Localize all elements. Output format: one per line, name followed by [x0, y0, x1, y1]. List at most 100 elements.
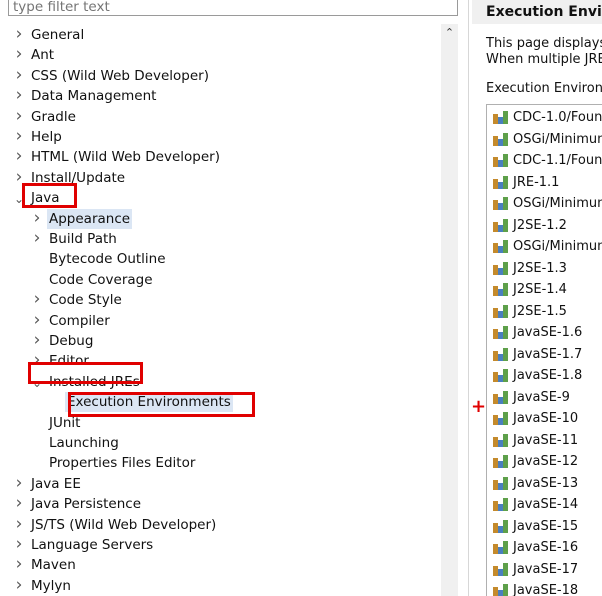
tree-item-label: HTML (Wild Web Developer) — [31, 149, 220, 166]
tree-item-gradle[interactable]: › Gradle — [0, 106, 440, 127]
tree-item-general[interactable]: › General — [0, 24, 440, 45]
chevron-right-icon[interactable]: › — [12, 493, 26, 513]
tree-item-label: Ant — [31, 47, 55, 64]
environment-label: OSGi/Minimum — [513, 131, 602, 147]
tree-item-label: Java — [31, 190, 60, 207]
tree-item-compiler[interactable]: › Compiler — [0, 310, 440, 331]
tree-item-execution-environments[interactable]: Execution Environments — [0, 392, 440, 413]
environment-label: JavaSE-14 — [513, 497, 579, 512]
tree-item-junit[interactable]: JUnit — [0, 413, 440, 433]
tree-item-css-wild-web-developer[interactable]: › CSS (Wild Web Developer) — [0, 65, 440, 86]
chevron-right-icon[interactable]: › — [12, 473, 26, 493]
tree-item-js-ts-wild-web-developer[interactable]: › JS/TS (Wild Web Developer) — [0, 514, 440, 535]
tree-item-mylyn[interactable]: › Mylyn — [0, 575, 440, 596]
chevron-right-icon[interactable]: › — [12, 514, 26, 534]
environments-label: Execution Environm — [486, 81, 602, 96]
tree-item-label: JS/TS (Wild Web Developer) — [31, 516, 217, 533]
tree-item-maven[interactable]: › Maven — [0, 554, 440, 575]
chevron-right-icon[interactable]: › — [30, 289, 44, 309]
tree-item-code-coverage[interactable]: Code Coverage — [0, 270, 440, 290]
tree-item-language-servers[interactable]: › Language Servers — [0, 534, 440, 555]
tree-item-label: Bytecode Outline — [49, 251, 166, 268]
tree-item-label: General — [31, 27, 85, 43]
environment-label: CDC-1.0/Foun — [513, 110, 602, 125]
environment-label: JavaSE-1.8 — [513, 368, 583, 383]
chevron-right-icon[interactable]: › — [12, 106, 26, 126]
filter-input[interactable] — [8, 0, 458, 16]
tree-item-ant[interactable]: › Ant — [0, 44, 440, 65]
environment-label: JavaSE-1.7 — [513, 346, 583, 362]
tree-item-java-persistence[interactable]: › Java Persistence — [0, 493, 440, 514]
chevron-right-icon[interactable]: › — [12, 534, 26, 554]
environment-label: J2SE-1.3 — [513, 260, 567, 276]
tree-item-label: Appearance — [47, 208, 133, 229]
tree-item-label: Debug — [49, 333, 94, 349]
environment-label: J2SE-1.5 — [513, 303, 567, 319]
chevron-right-icon[interactable]: › — [30, 330, 44, 350]
chevron-right-icon[interactable]: › — [12, 65, 26, 85]
chevron-right-icon[interactable]: › — [30, 208, 44, 228]
tree-item-java[interactable]: ⌄ Java — [0, 188, 440, 208]
chevron-right-icon[interactable]: › — [12, 575, 26, 595]
chevron-right-icon[interactable]: › — [12, 167, 26, 187]
scroll-up-arrow-icon[interactable]: ⌃ — [441, 24, 458, 41]
tree-item-label: Code Style — [49, 292, 122, 309]
tree-item-label: Language Servers — [31, 537, 154, 553]
tree-item-html-wild-web-developer[interactable]: › HTML (Wild Web Developer) — [0, 146, 440, 167]
tree-item-label: Install/Update — [31, 169, 126, 186]
tree-item-label: Maven — [31, 557, 76, 574]
tree-item-label: Execution Environments — [65, 392, 233, 413]
chevron-right-icon[interactable]: › — [30, 228, 44, 248]
chevron-down-icon[interactable]: ⌄ — [30, 373, 44, 393]
chevron-right-icon[interactable]: › — [12, 554, 26, 574]
chevron-right-icon[interactable]: › — [12, 126, 26, 146]
tree-item-help[interactable]: › Help — [0, 126, 440, 147]
environment-label: CDC-1.1/Foun — [513, 153, 602, 168]
environment-label: JavaSE-16 — [513, 540, 579, 555]
tree-item-bytecode-outline[interactable]: Bytecode Outline — [0, 249, 440, 269]
chevron-down-icon[interactable]: ⌄ — [12, 189, 26, 209]
chevron-right-icon[interactable]: › — [30, 350, 44, 370]
tree-item-data-management[interactable]: › Data Management — [0, 85, 440, 106]
tree-item-code-style[interactable]: › Code Style — [0, 289, 440, 310]
preferences-tree-pane: › General › Ant › CSS (Wild Web Developer) › Da… — [0, 0, 470, 596]
tree-item-label: Java Persistence — [31, 496, 142, 513]
environment-label: JavaSE-18 — [513, 583, 579, 596]
environment-label: J2SE-1.4 — [513, 282, 567, 297]
tree-item-appearance[interactable]: › Appearance — [0, 208, 440, 229]
tree-item-label: Java EE — [31, 475, 81, 492]
environment-label: JavaSE-13 — [513, 475, 579, 491]
tree-item-label: JUnit — [49, 414, 81, 431]
chevron-right-icon[interactable]: › — [12, 85, 26, 105]
execution-environments-page: Execution Enviro This page displays t Wh… — [472, 0, 602, 596]
tree-item-debug[interactable]: › Debug — [0, 330, 440, 351]
environment-label: JavaSE-17 — [513, 561, 579, 577]
pane-divider[interactable] — [468, 0, 469, 596]
environment-label: OSGi/Minimum — [513, 196, 602, 211]
tree-scrollbar[interactable]: ⌃ — [441, 24, 458, 596]
environment-label: JavaSE-9 — [513, 389, 570, 405]
chevron-right-icon[interactable]: › — [30, 310, 44, 330]
environments-list[interactable]: CDC-1.0/Foun OSGi/Minimum CDC-1.1/Foun JRE-… — [486, 104, 602, 596]
description-line-2: When multiple JREs — [486, 52, 602, 67]
tree-item-install-update[interactable]: › Install/Update — [0, 167, 440, 188]
page-title: Execution Enviro — [472, 0, 602, 24]
tree-item-properties-files-editor[interactable]: Properties Files Editor — [0, 453, 440, 473]
environment-label: JavaSE-1.6 — [513, 325, 583, 340]
description-line-1: This page displays t — [486, 36, 602, 51]
tree-item-java-ee[interactable]: › Java EE — [0, 473, 440, 494]
tree-item-label: CSS (Wild Web Developer) — [31, 67, 209, 84]
tree-item-editor[interactable]: › Editor — [0, 350, 440, 371]
tree-item-launching[interactable]: Launching — [0, 433, 440, 453]
annotation-plus-mark: + — [471, 396, 487, 417]
page-description: This page displays t When multiple JREs — [486, 36, 602, 68]
chevron-right-icon[interactable]: › — [12, 24, 26, 44]
chevron-right-icon[interactable]: › — [12, 44, 26, 64]
tree-item-build-path[interactable]: › Build Path — [0, 228, 440, 249]
tree-item-label: Compiler — [49, 312, 110, 329]
tree-item-label: Build Path — [49, 231, 117, 247]
tree-item-label: Help — [31, 129, 62, 145]
chevron-right-icon[interactable]: › — [12, 146, 26, 166]
tree-item-installed-jres[interactable]: ⌄ Installed JREs — [0, 372, 440, 392]
tree-item-label: Data Management — [31, 88, 157, 105]
